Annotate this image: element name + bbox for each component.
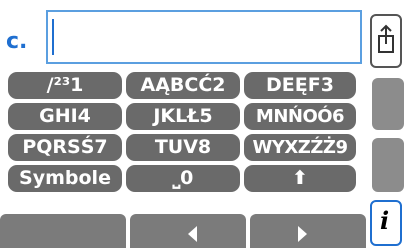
key-4[interactable]: GHI4 xyxy=(8,103,122,130)
input-prefix: c. xyxy=(6,29,28,54)
side-button-3[interactable] xyxy=(372,138,404,192)
bottom-bar-left-button[interactable] xyxy=(0,214,126,248)
share-button[interactable] xyxy=(370,14,402,68)
key-7[interactable]: PQRSŚ7 xyxy=(8,134,122,161)
key-8[interactable]: TUV8 xyxy=(126,134,240,161)
text-cursor xyxy=(52,19,54,55)
arrow-right-icon xyxy=(298,226,307,242)
info-button[interactable]: i xyxy=(370,200,402,246)
shift-key[interactable]: ⬆ xyxy=(244,165,356,192)
side-button-2[interactable] xyxy=(372,78,404,130)
text-input-field[interactable] xyxy=(46,10,362,64)
key-1[interactable]: /²³1 xyxy=(8,72,122,99)
info-icon: i xyxy=(380,206,390,235)
cursor-left-button[interactable] xyxy=(130,214,246,248)
symbols-key[interactable]: Symbole xyxy=(8,165,122,192)
key-9[interactable]: WYXZŹŻ9 xyxy=(244,134,356,161)
cursor-right-button[interactable] xyxy=(250,214,366,248)
arrow-left-icon xyxy=(188,226,197,242)
share-icon xyxy=(378,24,394,53)
t9-input-screen: c. i /²³1 AĄBCĆ2 DEĘF3 GHI4 JKLŁ5 MNŃOÓ6… xyxy=(0,0,404,248)
key-3[interactable]: DEĘF3 xyxy=(244,72,356,99)
key-2[interactable]: AĄBCĆ2 xyxy=(126,72,240,99)
key-5[interactable]: JKLŁ5 xyxy=(126,103,240,130)
key-6[interactable]: MNŃOÓ6 xyxy=(244,103,356,130)
space-zero-key[interactable]: ⎵0 xyxy=(126,165,240,192)
